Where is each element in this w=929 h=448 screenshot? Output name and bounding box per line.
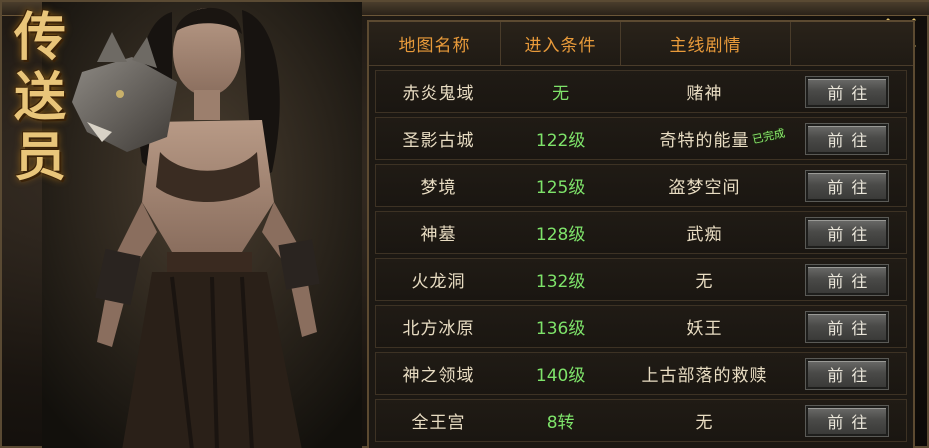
window-title: 传 送 员 [8,8,72,188]
map-name-cell: 神墓 [376,212,501,253]
go-button[interactable]: 前往 [806,358,889,389]
action-cell: 前往 [789,259,906,300]
table-row: 北方冰原 136级 妖王 前往 [375,305,907,348]
entry-requirement: 132级 [535,272,586,292]
requirement-cell: 132级 [501,259,620,300]
header-requirement: 进入条件 [501,22,621,65]
main-quest: 赌神 [686,84,723,104]
action-cell: 前往 [789,165,906,206]
go-button[interactable]: 前往 [806,76,889,107]
map-name: 赤炎鬼域 [402,84,475,104]
requirement-cell: 125级 [501,165,620,206]
go-button[interactable]: 前往 [806,170,889,201]
entry-requirement: 136级 [535,319,586,339]
requirement-cell: 136级 [501,306,620,347]
quest-cell: 无 [620,400,789,441]
entry-requirement: 无 [552,84,570,104]
main-quest: 无 [695,272,714,292]
quest-cell: 上古部落的救赎 [620,353,789,394]
main-quest: 上古部落的救赎 [641,366,768,386]
map-name-cell: 圣影古城 [376,118,501,159]
requirement-cell: 无 [501,71,620,112]
title-char: 员 [13,127,66,188]
completed-badge: 已完成 [751,126,786,147]
npc-portrait [42,2,362,448]
teleporter-window: 传 送 员 地图名称 进入条件 主线剧情 赤炎鬼域 无 赌神 前往 圣影古城 1… [0,0,929,448]
go-button[interactable]: 前往 [806,405,889,436]
entry-requirement: 128级 [535,225,586,245]
table-row: 梦境 125级 盗梦空间 前往 [375,164,907,207]
go-button[interactable]: 前往 [806,264,889,295]
quest-cell: 赌神 [620,71,789,112]
entry-requirement: 125级 [535,178,586,198]
table-row: 赤炎鬼域 无 赌神 前往 [375,70,907,113]
header-action [791,22,913,65]
main-quest: 无 [695,413,714,433]
entry-requirement: 122级 [535,131,586,151]
entry-requirement: 8转 [546,413,575,433]
action-cell: 前往 [789,71,906,112]
entry-requirement: 140级 [535,366,586,386]
requirement-cell: 128级 [501,212,620,253]
action-cell: 前往 [789,353,906,394]
action-cell: 前往 [789,400,906,441]
table-row: 神墓 128级 武痴 前往 [375,211,907,254]
main-quest: 奇特的能量 [659,131,750,151]
action-cell: 前往 [789,212,906,253]
map-name-cell: 神之领域 [376,353,501,394]
requirement-cell: 8转 [501,400,620,441]
header-map-name: 地图名称 [369,22,501,65]
requirement-cell: 140级 [501,353,620,394]
requirement-cell: 122级 [501,118,620,159]
table-row: 神之领域 140级 上古部落的救赎 前往 [375,352,907,395]
title-char: 送 [13,67,66,128]
map-name: 火龙洞 [411,272,466,292]
main-quest: 武痴 [686,225,723,245]
quest-cell: 奇特的能量 已完成 [620,118,789,159]
quest-cell: 无 [620,259,789,300]
map-name: 梦境 [420,178,457,198]
table-header: 地图名称 进入条件 主线剧情 [369,22,913,66]
title-char: 传 [13,7,66,68]
table-row: 圣影古城 122级 奇特的能量 已完成 前往 [375,117,907,160]
map-table: 地图名称 进入条件 主线剧情 赤炎鬼域 无 赌神 前往 圣影古城 122级 奇特… [367,20,915,448]
go-button[interactable]: 前往 [806,217,889,248]
main-quest: 妖王 [686,319,723,339]
action-cell: 前往 [789,306,906,347]
go-button[interactable]: 前往 [806,123,889,154]
quest-cell: 武痴 [620,212,789,253]
table-row: 火龙洞 132级 无 前往 [375,258,907,301]
map-name-cell: 全王宫 [376,400,501,441]
map-name-cell: 梦境 [376,165,501,206]
go-button[interactable]: 前往 [806,311,889,342]
map-name: 神之领域 [402,366,475,386]
map-name-cell: 火龙洞 [376,259,501,300]
header-main-quest: 主线剧情 [621,22,791,65]
map-name: 圣影古城 [402,131,475,151]
map-name-cell: 赤炎鬼域 [376,71,501,112]
quest-cell: 盗梦空间 [620,165,789,206]
map-name: 北方冰原 [402,319,475,339]
main-quest: 盗梦空间 [668,178,741,198]
table-row: 全王宫 8转 无 前往 [375,399,907,442]
table-body: 赤炎鬼域 无 赌神 前往 圣影古城 122级 奇特的能量 已完成 前往 梦境 1… [369,66,913,442]
map-name: 全王宫 [411,413,466,433]
map-name: 神墓 [420,225,457,245]
action-cell: 前往 [789,118,906,159]
map-name-cell: 北方冰原 [376,306,501,347]
quest-cell: 妖王 [620,306,789,347]
